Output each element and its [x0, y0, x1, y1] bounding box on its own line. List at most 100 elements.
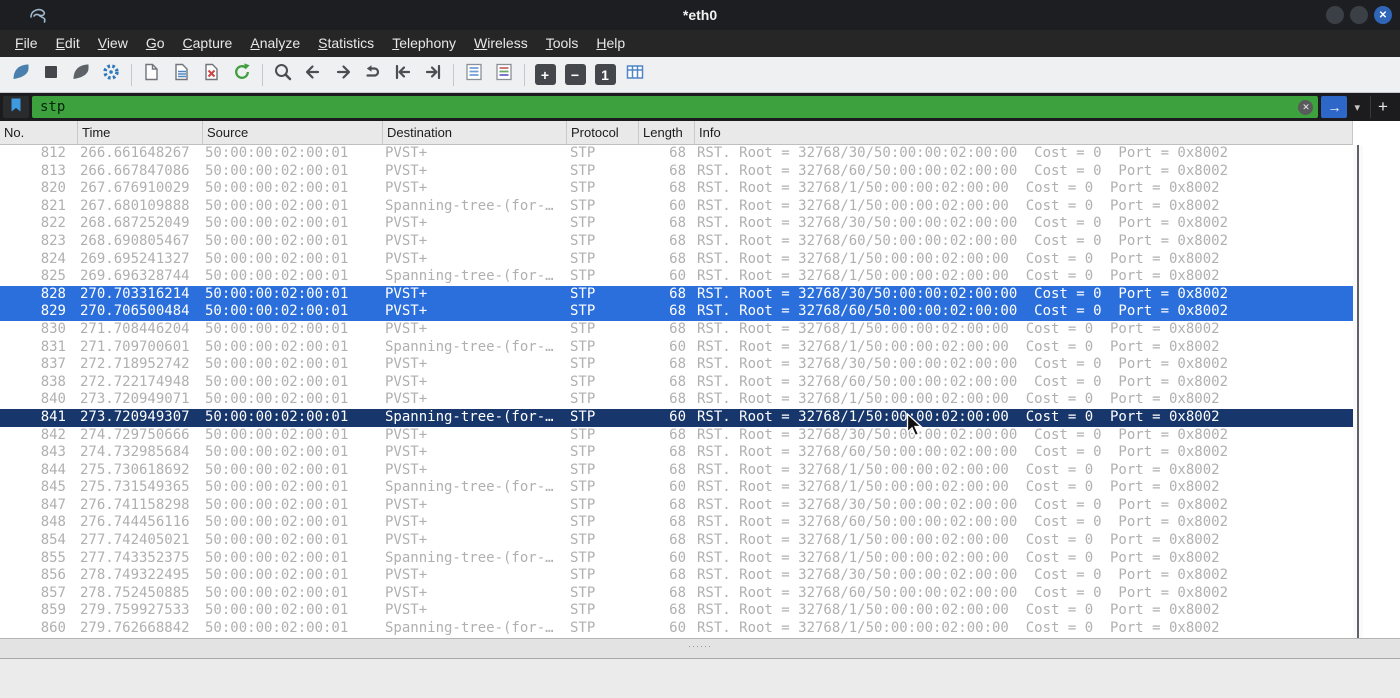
packet-row-840[interactable]: 840 273.720949071 50:00:00:02:00:01 PVST+ ST… [0, 391, 1353, 409]
open-file-button[interactable] [137, 61, 167, 89]
filter-bookmark-button[interactable] [3, 96, 29, 118]
column-header-time[interactable]: Time [78, 121, 203, 144]
apply-filter-button[interactable]: → [1321, 96, 1348, 118]
packet-row-847[interactable]: 847 276.741158298 50:00:00:02:00:01 PVST+ ST… [0, 497, 1353, 515]
start-capture-button[interactable] [6, 61, 36, 89]
stop-capture-button[interactable] [36, 61, 66, 89]
packet-cell: 68 [669, 426, 686, 443]
packet-row-844[interactable]: 844 275.730618692 50:00:00:02:00:01 PVST+ ST… [0, 462, 1353, 480]
packet-row-824[interactable]: 824 269.695241327 50:00:00:02:00:01 PVST+ ST… [0, 251, 1353, 269]
scrollbar-thumb[interactable] [1357, 145, 1359, 638]
menu-analyze[interactable]: Analyze [241, 30, 309, 57]
packet-row-825[interactable]: 825 269.696328744 50:00:00:02:00:01 Spannin… [0, 268, 1353, 286]
menu-tools[interactable]: Tools [537, 30, 588, 57]
column-header-no[interactable]: No. [0, 121, 78, 144]
column-header-protocol[interactable]: Protocol [567, 121, 639, 144]
go-back-button[interactable] [298, 61, 328, 89]
packet-cell: 50:00:00:02:00:01 [205, 391, 349, 408]
filter-dropdown-chevron-icon[interactable]: ▾ [1350, 101, 1364, 114]
packet-row-848[interactable]: 848 276.744456116 50:00:00:02:00:01 PVST+ ST… [0, 514, 1353, 532]
filter-toolbar: stp ✕ → ▾ + [0, 93, 1400, 121]
packet-row-860[interactable]: 860 279.762668842 50:00:00:02:00:01 Spannin… [0, 620, 1353, 638]
packet-cell: 277.743352375 [80, 549, 190, 566]
reload-file-button[interactable] [227, 61, 257, 89]
last-packet-button[interactable] [418, 61, 448, 89]
packet-cell: STP [570, 162, 596, 179]
packet-row-829[interactable]: 829 270.706500484 50:00:00:02:00:01 PVST+ ST… [0, 303, 1353, 321]
menu-help[interactable]: Help [587, 30, 634, 57]
colorize-button[interactable] [489, 61, 519, 89]
packet-row-813[interactable]: 813 266.667847086 50:00:00:02:00:01 PVST+ ST… [0, 163, 1353, 181]
packet-row-812[interactable]: 812 266.661648267 50:00:00:02:00:01 PVST+ ST… [0, 145, 1353, 163]
packet-cell: PVST+ [385, 162, 428, 179]
packet-row-855[interactable]: 855 277.743352375 50:00:00:02:00:01 Spannin… [0, 550, 1353, 568]
packet-row-828[interactable]: 828 270.703316214 50:00:00:02:00:01 PVST+ ST… [0, 285, 1353, 304]
menu-capture[interactable]: Capture [174, 30, 242, 57]
packet-row-830[interactable]: 830 271.708446204 50:00:00:02:00:01 PVST+ ST… [0, 321, 1353, 339]
packet-cell: PVST+ [385, 180, 428, 197]
menu-statistics[interactable]: Statistics [309, 30, 383, 57]
zoom-in-button[interactable]: + [530, 61, 560, 89]
menu-view[interactable]: View [89, 30, 137, 57]
packet-row-842[interactable]: 842 274.729750666 50:00:00:02:00:01 PVST+ ST… [0, 427, 1353, 445]
toolbar-separator [524, 63, 525, 86]
auto-scroll-button[interactable] [459, 61, 489, 89]
packet-cell: RST. Root = 32768/30/50:00:00:02:00:00 C… [697, 145, 1229, 161]
display-filter-input[interactable]: stp ✕ [32, 96, 1319, 118]
column-header-length[interactable]: Length [639, 121, 695, 144]
menu-telephony[interactable]: Telephony [383, 30, 465, 57]
minimize-button[interactable] [1326, 6, 1344, 24]
zoom-100-button[interactable]: 1 [590, 61, 620, 89]
packet-cell: STP [570, 532, 596, 549]
column-header-source[interactable]: Source [203, 121, 383, 144]
packet-row-831[interactable]: 831 271.709700601 50:00:00:02:00:01 Spannin… [0, 339, 1353, 357]
menu-go[interactable]: Go [137, 30, 174, 57]
restart-capture-button[interactable] [66, 61, 96, 89]
packet-row-857[interactable]: 857 278.752450885 50:00:00:02:00:01 PVST+ ST… [0, 585, 1353, 603]
menu-edit[interactable]: Edit [47, 30, 89, 57]
find-packet-button[interactable] [268, 61, 298, 89]
add-filter-button[interactable]: + [1370, 96, 1395, 118]
packet-row-822[interactable]: 822 268.687252049 50:00:00:02:00:01 PVST+ ST… [0, 215, 1353, 233]
packet-cell: 68 [669, 232, 686, 249]
packet-row-838[interactable]: 838 272.722174948 50:00:00:02:00:01 PVST+ ST… [0, 374, 1353, 392]
packet-row-856[interactable]: 856 278.749322495 50:00:00:02:00:01 PVST+ ST… [0, 567, 1353, 585]
packet-row-823[interactable]: 823 268.690805467 50:00:00:02:00:01 PVST+ ST… [0, 233, 1353, 251]
packet-cell: 68 [669, 320, 686, 337]
pane-splitter[interactable]: ······ [0, 638, 1400, 658]
packet-cell: 50:00:00:02:00:01 [205, 162, 349, 179]
column-header-info[interactable]: Info [695, 121, 1353, 144]
packet-cell: RST. Root = 32768/1/50:00:00:02:00:00 Co… [697, 338, 1220, 355]
packet-cell: STP [570, 620, 596, 637]
packet-cell: 50:00:00:02:00:01 [205, 567, 349, 584]
packet-cell: 272.722174948 [80, 373, 190, 390]
packet-row-841[interactable]: 841 273.720949307 50:00:00:02:00:01 Spannin… [0, 408, 1353, 427]
close-file-button[interactable] [197, 61, 227, 89]
packet-row-837[interactable]: 837 272.718952742 50:00:00:02:00:01 PVST+ ST… [0, 356, 1353, 374]
packet-row-854[interactable]: 854 277.742405021 50:00:00:02:00:01 PVST+ ST… [0, 532, 1353, 550]
resize-columns-button[interactable] [620, 61, 650, 89]
arrow-to-end-icon [422, 61, 444, 88]
close-button[interactable]: ✕ [1374, 6, 1392, 24]
packet-row-845[interactable]: 845 275.731549365 50:00:00:02:00:01 Spannin… [0, 479, 1353, 497]
packet-row-859[interactable]: 859 279.759927533 50:00:00:02:00:01 PVST+ ST… [0, 602, 1353, 620]
clear-filter-icon[interactable]: ✕ [1298, 99, 1314, 115]
menu-wireless[interactable]: Wireless [465, 30, 537, 57]
menu-file[interactable]: File [6, 30, 47, 57]
maximize-button[interactable] [1350, 6, 1368, 24]
packet-cell: 843 [40, 444, 66, 461]
packet-row-843[interactable]: 843 274.732985684 50:00:00:02:00:01 PVST+ ST… [0, 444, 1353, 462]
capture-options-button[interactable] [96, 61, 126, 89]
save-file-button[interactable] [167, 61, 197, 89]
column-header-destination[interactable]: Destination [383, 121, 567, 144]
go-to-packet-button[interactable] [358, 61, 388, 89]
go-forward-button[interactable] [328, 61, 358, 89]
packet-row-821[interactable]: 821 267.680109888 50:00:00:02:00:01 Spannin… [0, 198, 1353, 216]
first-packet-button[interactable] [388, 61, 418, 89]
packet-cell: PVST+ [385, 303, 428, 320]
packet-cell: PVST+ [385, 356, 428, 373]
packet-row-820[interactable]: 820 267.676910029 50:00:00:02:00:01 PVST+ ST… [0, 180, 1353, 198]
zoom-out-button[interactable]: − [560, 61, 590, 89]
packet-cell: PVST+ [385, 391, 428, 408]
vertical-scrollbar[interactable] [1353, 145, 1363, 638]
